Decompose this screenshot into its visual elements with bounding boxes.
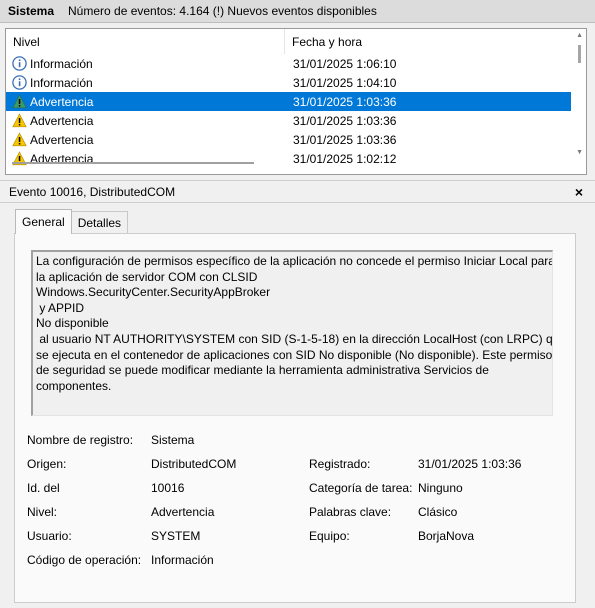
general-pane: La configuración de permisos específico … bbox=[14, 233, 576, 603]
detail-title: Evento 10016, DistributedCOM bbox=[9, 184, 176, 199]
row-date: 31/01/2025 1:03:36 bbox=[293, 94, 397, 109]
event-detail-panel: Evento 10016, DistributedCOM × General D… bbox=[0, 180, 595, 608]
warning-icon bbox=[12, 94, 27, 109]
log-title: Sistema bbox=[8, 4, 55, 18]
warning-icon bbox=[12, 132, 27, 147]
opcode-label: Código de operación: bbox=[27, 553, 142, 567]
event-row[interactable]: Advertencia 31/01/2025 1:03:36 bbox=[6, 130, 571, 149]
keywords-label: Palabras clave: bbox=[309, 505, 392, 519]
event-row[interactable]: Información 31/01/2025 1:06:10 bbox=[6, 54, 571, 73]
info-icon bbox=[12, 75, 27, 90]
close-icon[interactable]: × bbox=[575, 184, 583, 200]
event-id-label: Id. del bbox=[27, 481, 60, 495]
warning-icon bbox=[12, 113, 27, 128]
event-message[interactable]: La configuración de permisos específico … bbox=[31, 250, 553, 416]
message-line: y APPID bbox=[36, 300, 85, 315]
log-name-value: Sistema bbox=[151, 433, 195, 447]
task-category-label: Categoría de tarea: bbox=[309, 481, 413, 495]
logged-value: 31/01/2025 1:03:36 bbox=[418, 457, 522, 471]
message-line: se ejecuta en el contenedor de aplicacio… bbox=[36, 347, 553, 362]
row-level: Advertencia bbox=[30, 113, 94, 128]
row-date: 31/01/2025 1:04:10 bbox=[293, 75, 397, 90]
log-header: Sistema Número de eventos: 4.164 (!) Nue… bbox=[0, 0, 595, 23]
row-date: 31/01/2025 1:03:36 bbox=[293, 132, 397, 147]
event-row[interactable]: Información 31/01/2025 1:04:10 bbox=[6, 73, 571, 92]
info-icon bbox=[12, 56, 27, 71]
row-date: 31/01/2025 1:06:10 bbox=[293, 56, 397, 71]
level-value: Advertencia bbox=[151, 505, 215, 519]
scroll-down-icon[interactable]: ▼ bbox=[576, 149, 583, 156]
tab-general[interactable]: General bbox=[15, 209, 72, 234]
source-value: DistributedCOM bbox=[151, 457, 237, 471]
event-count: Número de eventos: 4.164 (!) Nuevos even… bbox=[68, 4, 377, 18]
message-line: de seguridad se puede modificar mediante… bbox=[36, 363, 489, 378]
row-date: 31/01/2025 1:03:36 bbox=[293, 113, 397, 128]
message-line: La configuración de permisos específico … bbox=[36, 254, 553, 268]
row-level: Información bbox=[30, 56, 93, 71]
level-label: Nivel: bbox=[27, 505, 58, 519]
column-header-date[interactable]: Fecha y hora bbox=[285, 29, 362, 54]
opcode-value: Información bbox=[151, 553, 214, 567]
computer-value: BorjaNova bbox=[418, 529, 475, 543]
event-id-value: 10016 bbox=[151, 481, 185, 495]
detail-tabs: General Detalles bbox=[15, 209, 129, 234]
row-level: Información bbox=[30, 75, 93, 90]
scroll-up-icon[interactable]: ▲ bbox=[576, 32, 583, 39]
row-date: 31/01/2025 1:02:12 bbox=[293, 151, 397, 166]
tab-details[interactable]: Detalles bbox=[70, 211, 129, 234]
row-level: Advertencia bbox=[30, 94, 94, 109]
event-row[interactable]: Advertencia 31/01/2025 1:03:36 bbox=[6, 111, 571, 130]
vertical-scroll-thumb[interactable] bbox=[578, 45, 581, 63]
event-row-selected[interactable]: Advertencia 31/01/2025 1:03:36 bbox=[6, 92, 571, 111]
message-line: la aplicación de servidor COM con CLSID bbox=[36, 269, 258, 284]
logged-label: Registrado: bbox=[309, 457, 371, 471]
row-level: Advertencia bbox=[30, 132, 94, 147]
event-row[interactable]: Advertencia 31/01/2025 1:02:12 bbox=[6, 149, 571, 168]
message-line: al usuario NT AUTHORITY\SYSTEM con SID (… bbox=[36, 331, 553, 346]
detail-header: Evento 10016, DistributedCOM × bbox=[0, 181, 595, 203]
vertical-scrollbar[interactable]: ▲ ▼ bbox=[571, 29, 586, 174]
message-line: Windows.SecurityCenter.SecurityAppBroker bbox=[36, 285, 271, 300]
message-line: componentes. bbox=[36, 378, 112, 393]
source-label: Origen: bbox=[27, 457, 67, 471]
keywords-value: Clásico bbox=[418, 505, 458, 519]
log-name-label: Nombre de registro: bbox=[27, 433, 134, 447]
message-line: No disponible bbox=[36, 316, 109, 331]
task-category-value: Ninguno bbox=[418, 481, 463, 495]
column-headers: Nivel Fecha y hora bbox=[6, 29, 586, 54]
event-list[interactable]: Nivel Fecha y hora Información 31/01/202… bbox=[5, 28, 587, 175]
user-value: SYSTEM bbox=[151, 529, 201, 543]
horizontal-scroll-thumb[interactable] bbox=[12, 162, 254, 164]
column-header-level[interactable]: Nivel bbox=[6, 29, 285, 54]
user-label: Usuario: bbox=[27, 529, 72, 543]
computer-label: Equipo: bbox=[309, 529, 350, 543]
